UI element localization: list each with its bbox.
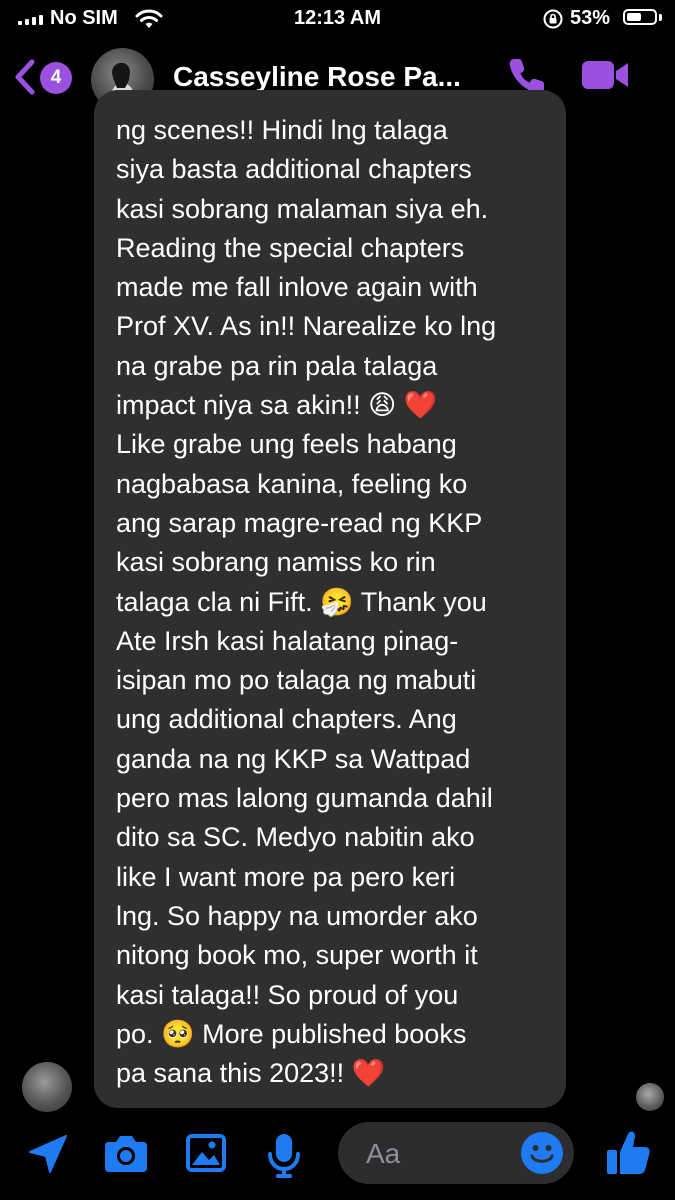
read-receipt-avatar [636,1083,664,1111]
unread-count-badge[interactable]: 4 [40,62,72,94]
status-bar: No SIM 12:13 AM 53% [0,0,675,40]
location-arrow-icon[interactable] [26,1132,70,1176]
camera-icon[interactable] [103,1132,149,1174]
contact-name[interactable]: Casseyline Rose Pa... [173,61,461,93]
battery-percent: 53% [570,7,611,29]
battery-icon [623,9,657,25]
video-camera-icon[interactable] [580,58,630,92]
image-icon[interactable] [184,1132,228,1174]
sender-avatar[interactable] [22,1062,72,1112]
composer-bar: Aa [0,1112,675,1200]
message-text: ng scenes!! Hindi lng talaga siya basta … [116,115,497,1089]
emoji-button[interactable] [521,1132,563,1174]
battery-tip [659,14,662,21]
microphone-icon[interactable] [266,1132,302,1180]
orientation-lock-icon [543,9,563,29]
thumbs-up-icon[interactable] [604,1128,652,1178]
message-input-placeholder: Aa [366,1138,401,1169]
smiley-icon [530,1145,554,1163]
chevron-left-icon [15,59,35,95]
